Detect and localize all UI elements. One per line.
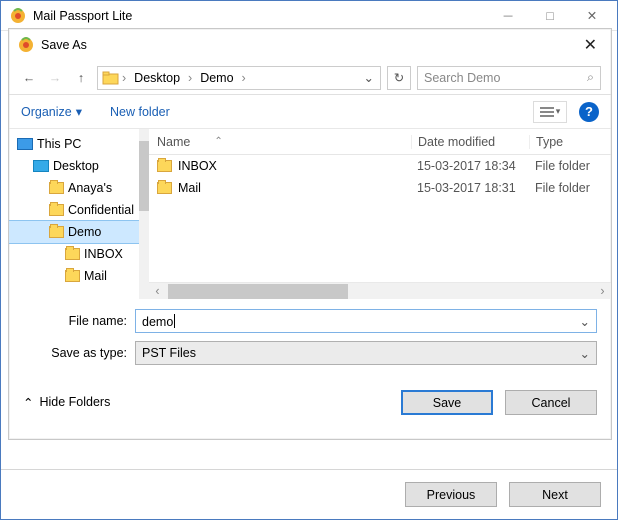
scrollbar-thumb[interactable] <box>168 284 348 299</box>
desktop-icon <box>33 160 49 172</box>
dialog-close-button[interactable]: ✕ <box>578 35 603 55</box>
chevron-up-icon: ⌃ <box>23 395 33 410</box>
view-icon <box>540 106 554 118</box>
list-item[interactable]: Mail 15-03-2017 18:31 File folder <box>149 177 611 199</box>
tree-node-this-pc[interactable]: This PC <box>9 133 149 155</box>
nav-up-button[interactable]: ↑ <box>71 71 91 85</box>
nav-bar: ← → ↑ › Desktop › Demo › ⌄ ↻ Search Demo… <box>9 61 611 95</box>
chevron-down-icon[interactable]: ⌄ <box>580 346 590 361</box>
sort-asc-icon: ⌃ <box>214 136 222 147</box>
tree-node[interactable]: INBOX <box>9 243 149 265</box>
dialog-title: Save As <box>41 38 87 52</box>
search-placeholder: Search Demo <box>424 71 500 85</box>
filetype-label: Save as type: <box>23 346 135 360</box>
folder-tree[interactable]: This PC Desktop Anaya's Confidential Dem… <box>9 129 149 299</box>
maximize-button[interactable]: □ <box>529 2 571 30</box>
app-titlebar: Mail Passport Lite ─ □ ✕ <box>1 1 617 31</box>
search-icon: ⌕ <box>587 70 594 85</box>
explorer-body: This PC Desktop Anaya's Confidential Dem… <box>9 129 611 299</box>
column-date[interactable]: Date modified <box>411 135 529 149</box>
app-window: Mail Passport Lite ─ □ ✕ Save As ✕ ← → ↑… <box>0 0 618 520</box>
list-item[interactable]: INBOX 15-03-2017 18:34 File folder <box>149 155 611 177</box>
chevron-down-icon[interactable]: ⌄ <box>358 70 380 85</box>
breadcrumb[interactable]: › Desktop › Demo › ⌄ <box>97 66 381 90</box>
column-type[interactable]: Type <box>529 135 611 149</box>
dialog-titlebar: Save As ✕ <box>9 29 611 61</box>
scroll-right-icon[interactable]: › <box>594 284 611 298</box>
tree-node[interactable]: Confidential <box>9 199 149 221</box>
tree-node-desktop[interactable]: Desktop <box>9 155 149 177</box>
previous-button[interactable]: Previous <box>405 482 497 507</box>
nav-back-button[interactable]: ← <box>19 71 39 85</box>
dialog-buttons: ⌃ Hide Folders Save Cancel <box>9 379 611 425</box>
minimize-button[interactable]: ─ <box>487 2 529 30</box>
folder-icon <box>157 182 172 194</box>
chevron-right-icon: › <box>186 71 194 85</box>
search-input[interactable]: Search Demo ⌕ <box>417 66 601 90</box>
horizontal-scrollbar[interactable]: ‹ › <box>149 282 611 299</box>
filename-input[interactable]: demo ⌄ <box>135 309 597 333</box>
folder-icon <box>65 270 80 282</box>
app-icon <box>9 7 27 25</box>
save-button[interactable]: Save <box>401 390 493 415</box>
folder-icon <box>49 204 64 216</box>
caret-down-icon: ▾ <box>76 104 82 119</box>
tree-node[interactable]: Mail <box>9 265 149 287</box>
caret-down-icon: ▾ <box>556 106 561 117</box>
pc-icon <box>17 138 33 150</box>
chevron-down-icon[interactable]: ⌄ <box>580 314 590 329</box>
chevron-right-icon: › <box>240 71 248 85</box>
tree-node-selected[interactable]: Demo <box>9 221 149 243</box>
filename-label: File name: <box>23 314 135 328</box>
toolbar: Organize ▾ New folder ▾ ? <box>9 95 611 129</box>
help-button[interactable]: ? <box>579 102 599 122</box>
file-list: Name⌃ Date modified Type INBOX 15-03-201… <box>149 129 611 299</box>
new-folder-button[interactable]: New folder <box>110 105 170 119</box>
breadcrumb-segment[interactable]: Demo <box>194 71 239 85</box>
next-button[interactable]: Next <box>509 482 601 507</box>
folder-icon <box>102 69 120 87</box>
app-title: Mail Passport Lite <box>33 9 132 23</box>
cancel-button[interactable]: Cancel <box>505 390 597 415</box>
tree-scrollbar-thumb[interactable] <box>139 141 149 211</box>
folder-icon <box>65 248 80 260</box>
nav-forward-button[interactable]: → <box>45 71 65 85</box>
folder-icon <box>157 160 172 172</box>
view-menu[interactable]: ▾ <box>533 101 567 123</box>
hide-folders-toggle[interactable]: ⌃ Hide Folders <box>23 395 110 410</box>
filetype-select[interactable]: PST Files ⌄ <box>135 341 597 365</box>
organize-menu[interactable]: Organize ▾ <box>21 104 82 119</box>
close-button[interactable]: ✕ <box>571 2 613 30</box>
chevron-right-icon: › <box>120 71 128 85</box>
dialog-icon <box>17 36 35 54</box>
filename-form: File name: demo ⌄ Save as type: PST File… <box>9 299 611 379</box>
column-headers[interactable]: Name⌃ Date modified Type <box>149 129 611 155</box>
refresh-button[interactable]: ↻ <box>387 66 411 90</box>
column-name[interactable]: Name⌃ <box>157 135 411 149</box>
file-list-body[interactable]: INBOX 15-03-2017 18:34 File folder Mail … <box>149 155 611 282</box>
folder-icon <box>49 226 64 238</box>
app-footer: Previous Next <box>1 469 617 519</box>
scroll-left-icon[interactable]: ‹ <box>149 284 166 298</box>
breadcrumb-segment[interactable]: Desktop <box>128 71 186 85</box>
save-as-dialog: Save As ✕ ← → ↑ › Desktop › Demo › ⌄ ↻ S… <box>8 28 612 440</box>
tree-node[interactable]: Anaya's <box>9 177 149 199</box>
folder-icon <box>49 182 64 194</box>
